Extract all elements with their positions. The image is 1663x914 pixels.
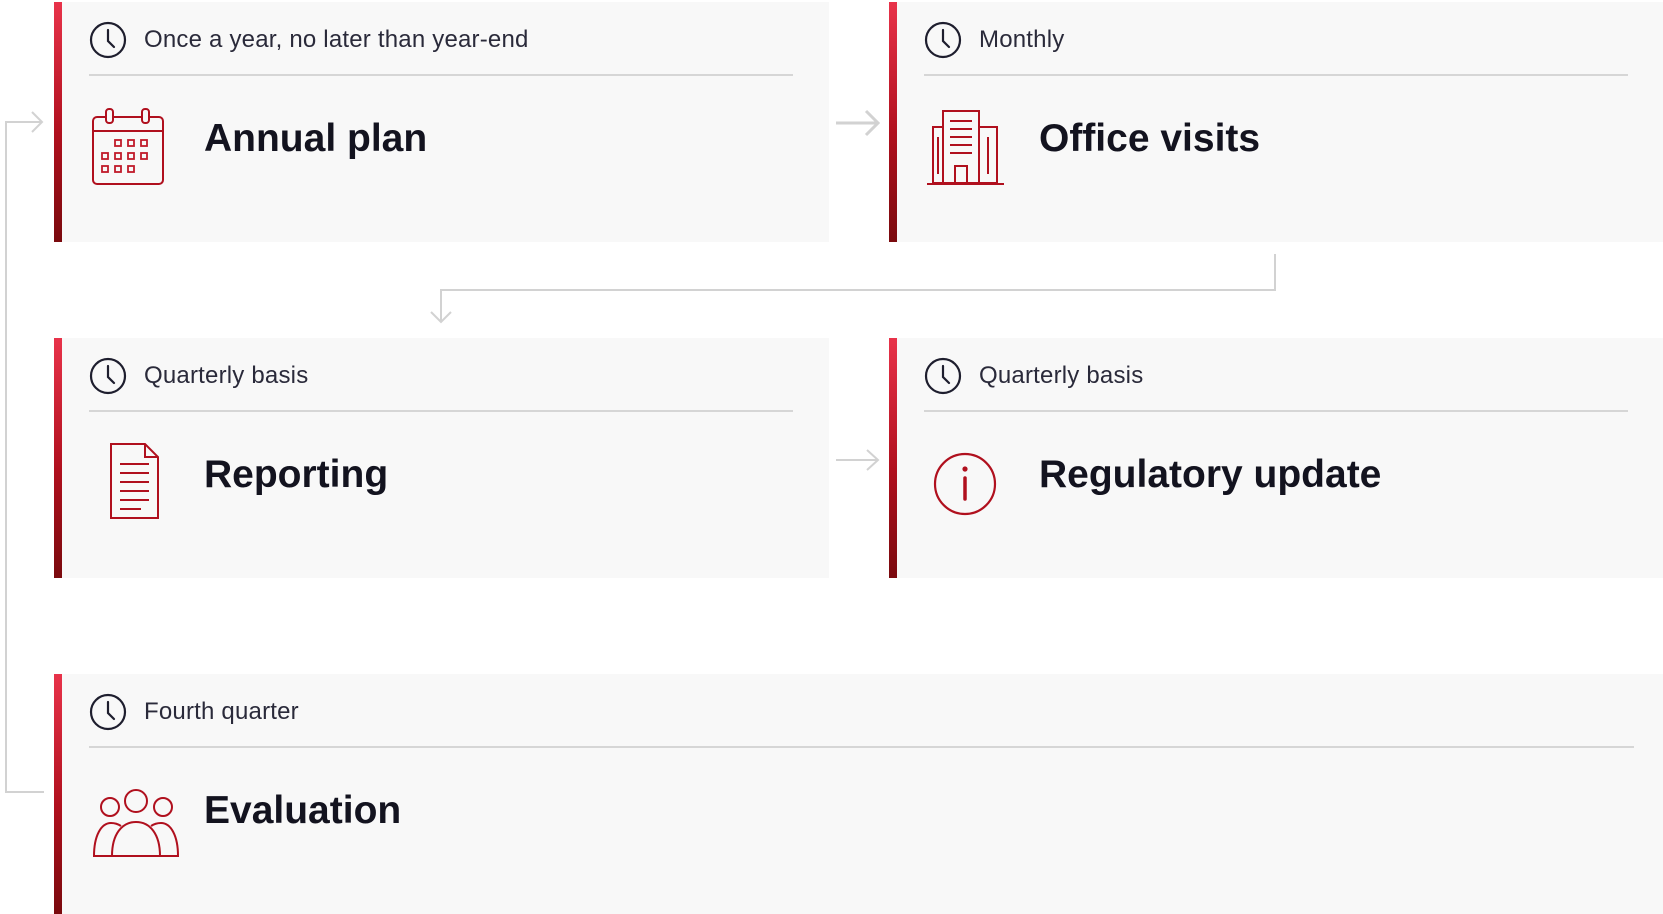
divider [924, 74, 1628, 76]
document-icon [110, 443, 159, 519]
accent-bar [54, 674, 62, 914]
accent-bar [54, 2, 62, 242]
accent-bar [889, 338, 897, 578]
frequency-label: Quarterly basis [979, 362, 1144, 389]
frequency-row: Quarterly basis [89, 354, 308, 398]
frequency-row: Fourth quarter [89, 690, 299, 734]
clock-icon [924, 21, 962, 59]
frequency-label: Once a year, no later than year-end [144, 26, 529, 53]
frequency-label: Quarterly basis [144, 362, 309, 389]
frequency-label: Monthly [979, 26, 1065, 53]
step-card-reporting: Quarterly basis Reporting [54, 338, 829, 578]
step-title: Evaluation [204, 789, 402, 832]
step-card-annual-plan: Once a year, no later than year-end Annu… [54, 2, 829, 242]
step-card-regulatory-update: Quarterly basis Regulatory update [889, 338, 1663, 578]
accent-bar [54, 338, 62, 578]
frequency-label: Fourth quarter [144, 698, 299, 725]
clock-icon [89, 21, 127, 59]
calendar-icon [92, 108, 164, 185]
frequency-row: Monthly [924, 18, 1064, 62]
clock-icon [924, 357, 962, 395]
clock-icon [89, 357, 127, 395]
office-to-reporting-connector [430, 254, 1276, 324]
step-card-office-visits: Monthly Office visits [889, 2, 1663, 242]
step-title: Reporting [204, 453, 389, 496]
step-title: Regulatory update [1039, 453, 1382, 496]
clock-icon [89, 693, 127, 731]
people-group-icon [92, 789, 180, 857]
divider [89, 74, 793, 76]
step-title: Office visits [1039, 117, 1261, 160]
divider [89, 746, 1634, 748]
step-title: Annual plan [204, 117, 428, 160]
arrow-annual-to-office [836, 109, 881, 137]
loop-back-connector [5, 111, 44, 793]
frequency-row: Once a year, no later than year-end [89, 18, 529, 62]
frequency-row: Quarterly basis [924, 354, 1143, 398]
divider [89, 410, 793, 412]
accent-bar [889, 2, 897, 242]
office-building-icon [927, 110, 1004, 185]
info-icon [933, 452, 997, 516]
step-card-evaluation: Fourth quarter Evaluation [54, 674, 1663, 914]
divider [924, 410, 1628, 412]
arrow-reporting-to-regulatory [836, 449, 880, 471]
